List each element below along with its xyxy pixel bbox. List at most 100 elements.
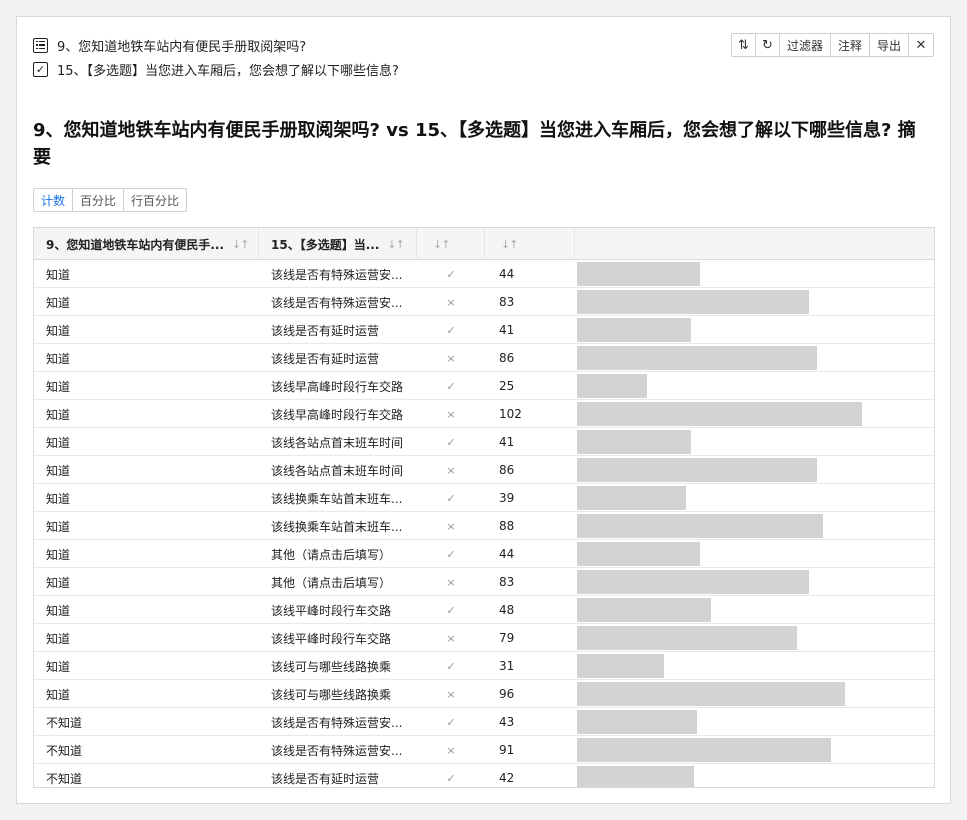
cell-q15-option: 其他（请点击后填写）	[271, 575, 392, 590]
note-button[interactable]: 注释	[830, 34, 870, 56]
count-bar	[577, 682, 845, 706]
cell-q15-option: 该线各站点首末班车时间	[271, 463, 404, 478]
count-bar	[577, 290, 809, 314]
count-bar	[577, 430, 691, 454]
table-row[interactable]: 知道 该线平峰时段行车交路 ✓ 48	[34, 596, 934, 624]
export-button[interactable]: 导出	[869, 34, 909, 56]
cell-bar	[575, 596, 934, 624]
cell-q9-answer: 知道	[46, 659, 71, 674]
count-bar	[577, 570, 809, 594]
column-header-q15[interactable]: 15、【多选题】当... ↓↑	[259, 228, 417, 260]
table-row[interactable]: 知道 该线换乘车站首末班车... × 88	[34, 512, 934, 540]
column-header-bar	[575, 228, 934, 260]
cell-q15-option: 该线各站点首末班车时间	[271, 435, 404, 450]
table-row[interactable]: 知道 该线是否有特殊运营安... × 83	[34, 288, 934, 316]
table-row[interactable]: 知道 该线早高峰时段行车交路 ✓ 25	[34, 372, 934, 400]
cell-q15-option: 该线是否有特殊运营安...	[271, 743, 403, 758]
cell-selected-mark: ×	[446, 743, 456, 757]
cell-q9-answer: 不知道	[46, 743, 83, 758]
cell-q15-option: 该线换乘车站首末班车...	[271, 519, 403, 534]
cell-selected-mark: ×	[446, 575, 456, 589]
cell-selected-mark: ✓	[446, 715, 456, 729]
cell-bar	[575, 736, 934, 764]
cell-q15-option: 该线平峰时段行车交路	[271, 603, 392, 618]
sort-icon[interactable]: ↓↑	[501, 238, 518, 251]
question-row-2: ✓ 15、【多选题】当您进入车厢后，您会想了解以下哪些信息?	[33, 58, 399, 80]
question-1-label: 9、您知道地铁车站内有便民手册取阅架吗?	[57, 39, 307, 55]
count-bar	[577, 374, 647, 398]
table-row[interactable]: 不知道 该线是否有延时运营 ✓ 42	[34, 764, 934, 787]
view-tab[interactable]: 行百分比	[124, 189, 186, 211]
count-bar	[577, 346, 817, 370]
table-row[interactable]: 知道 该线各站点首末班车时间 × 86	[34, 456, 934, 484]
column-header-q9[interactable]: 9、您知道地铁车站内有便民手... ↓↑	[34, 228, 259, 260]
table-row[interactable]: 知道 该线是否有延时运营 ✓ 41	[34, 316, 934, 344]
summary-card: 9、您知道地铁车站内有便民手册取阅架吗? ✓ 15、【多选题】当您进入车厢后，您…	[16, 16, 951, 804]
cell-q9-answer: 知道	[46, 687, 71, 702]
sort-icon[interactable]: ↓↑	[433, 238, 450, 251]
table-row[interactable]: 知道 该线换乘车站首末班车... ✓ 39	[34, 484, 934, 512]
sort-icon[interactable]: ↓↑	[387, 238, 404, 251]
cell-q9-answer: 不知道	[46, 771, 83, 786]
cell-selected-mark: ×	[446, 519, 456, 533]
table-row[interactable]: 不知道 该线是否有特殊运营安... ✓ 43	[34, 708, 934, 736]
cell-q15-option: 该线是否有特殊运营安...	[271, 295, 403, 310]
cell-selected-mark: ×	[446, 407, 456, 421]
count-bar	[577, 458, 817, 482]
cell-count: 44	[499, 547, 515, 561]
table-row[interactable]: 知道 该线平峰时段行车交路 × 79	[34, 624, 934, 652]
checkbox-icon: ✓	[33, 61, 48, 77]
cell-q9-answer: 知道	[46, 603, 71, 618]
cell-q9-answer: 知道	[46, 323, 71, 338]
cell-q15-option: 该线平峰时段行车交路	[271, 631, 392, 646]
cell-count: 41	[499, 323, 515, 337]
table-row[interactable]: 知道 该线可与哪些线路换乘 ✓ 31	[34, 652, 934, 680]
refresh-icon[interactable]: ↻	[755, 34, 780, 56]
cell-count: 39	[499, 491, 515, 505]
cell-bar	[575, 316, 934, 344]
list-icon	[33, 37, 48, 53]
view-tab[interactable]: 计数	[34, 189, 74, 211]
filter-button[interactable]: 过滤器	[779, 34, 831, 56]
close-icon[interactable]: ✕	[909, 34, 933, 56]
cell-bar	[575, 260, 934, 288]
table-row[interactable]: 知道 该线是否有延时运营 × 86	[34, 344, 934, 372]
cell-selected-mark: ×	[446, 687, 456, 701]
table-row[interactable]: 知道 该线是否有特殊运营安... ✓ 44	[34, 260, 934, 288]
cell-bar	[575, 428, 934, 456]
cell-q9-answer: 知道	[46, 435, 71, 450]
table-row[interactable]: 不知道 该线是否有特殊运营安... × 91	[34, 736, 934, 764]
column-header-count[interactable]: ↓↑	[485, 228, 575, 260]
column-header-selected[interactable]: ↓↑	[417, 228, 485, 260]
cell-bar	[575, 288, 934, 316]
table-row[interactable]: 知道 该线各站点首末班车时间 ✓ 41	[34, 428, 934, 456]
view-tab[interactable]: 百分比	[73, 189, 125, 211]
cell-bar	[575, 708, 934, 736]
cell-selected-mark: ✓	[446, 267, 456, 281]
table-row[interactable]: 知道 该线可与哪些线路换乘 × 96	[34, 680, 934, 708]
cell-bar	[575, 512, 934, 540]
count-bar	[577, 318, 691, 342]
cell-q9-answer: 知道	[46, 351, 71, 366]
sort-icon[interactable]: ⇅	[731, 34, 756, 56]
cell-count: 86	[499, 351, 515, 365]
cell-q15-option: 该线换乘车站首末班车...	[271, 491, 403, 506]
cell-q9-answer: 知道	[46, 491, 71, 506]
summary-table: 9、您知道地铁车站内有便民手... ↓↑ 15、【多选题】当... ↓↑ ↓↑ …	[33, 227, 935, 788]
cell-selected-mark: ✓	[446, 771, 456, 785]
cell-q9-answer: 知道	[46, 575, 71, 590]
cell-q9-answer: 知道	[46, 631, 71, 646]
cell-q15-option: 该线是否有特殊运营安...	[271, 715, 403, 730]
count-bar	[577, 514, 823, 538]
table-row[interactable]: 知道 其他（请点击后填写） ✓ 44	[34, 540, 934, 568]
sort-icon[interactable]: ↓↑	[232, 238, 249, 251]
count-bar	[577, 262, 700, 286]
cell-bar	[575, 680, 934, 708]
table-row[interactable]: 知道 该线早高峰时段行车交路 × 102	[34, 400, 934, 428]
cell-selected-mark: ✓	[446, 547, 456, 561]
cell-q15-option: 该线是否有延时运营	[271, 771, 380, 786]
page-title: 9、您知道地铁车站内有便民手册取阅架吗? vs 15、【多选题】当您进入车厢后，…	[33, 120, 916, 168]
cell-q9-answer: 知道	[46, 463, 71, 478]
table-row[interactable]: 知道 其他（请点击后填写） × 83	[34, 568, 934, 596]
cell-q15-option: 该线可与哪些线路换乘	[271, 687, 392, 702]
